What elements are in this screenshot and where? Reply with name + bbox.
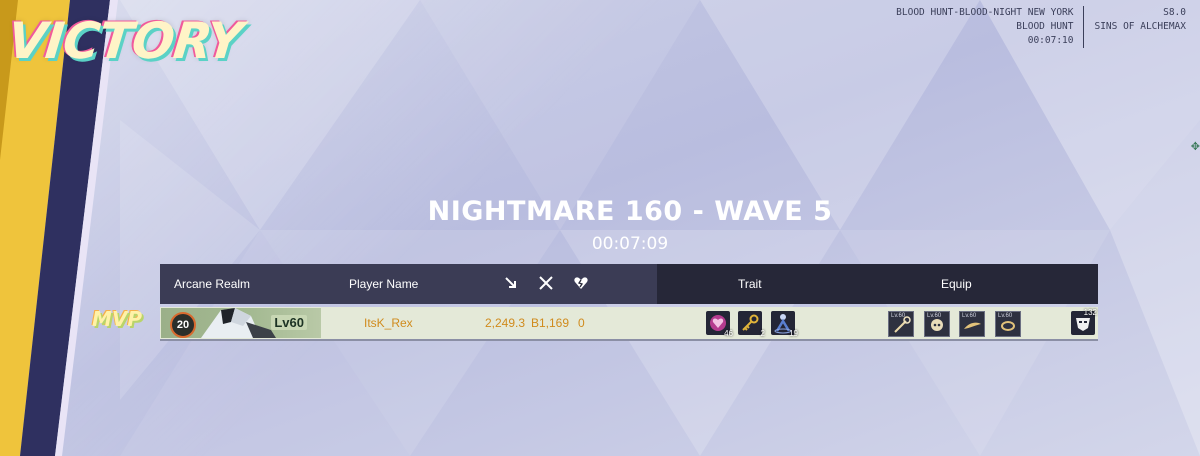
damage-value: 2,249.3: [485, 316, 526, 330]
season-label: S8.0: [1163, 7, 1186, 18]
victory-banner: VICTORY: [4, 12, 245, 70]
blade-equip-icon[interactable]: Lv.60: [959, 311, 985, 337]
skull-equip-icon[interactable]: Lv.60: [924, 311, 950, 337]
header-equip: Equip: [941, 277, 972, 291]
deaths-value: 0: [578, 316, 585, 330]
edge-marker-icon: ✥: [1190, 140, 1200, 153]
table-header: Arcane Realm Player Name Trait Equip: [160, 264, 1098, 304]
match-duration: 00:07:10: [1027, 35, 1074, 46]
hero-portrait: 20 Lv60: [161, 308, 321, 338]
key-trait-icon[interactable]: 2: [738, 311, 765, 338]
figure-trait-icon[interactable]: 19: [771, 311, 798, 338]
player-name[interactable]: ItsK_Rex: [364, 316, 413, 330]
kills-value: B1,169: [531, 316, 570, 330]
heart-skull-trait-icon[interactable]: 46: [706, 311, 733, 338]
ring-equip-icon[interactable]: Lv.60: [995, 311, 1021, 337]
scoreboard-table: Arcane Realm Player Name Trait Equip 20 …: [160, 264, 1098, 341]
difficulty-title: NIGHTMARE 160 - WAVE 5: [427, 196, 833, 227]
broken-heart-icon: [574, 277, 588, 289]
staff-equip-icon[interactable]: Lv.60: [888, 311, 914, 337]
match-info: BLOOD HUNT-BLOOD-NIGHT NEW YORK BLOOD HU…: [896, 6, 1186, 48]
table-row[interactable]: 20 Lv60 ItsK_Rex 2,249.3 B1,169 0 46 2 1…: [160, 307, 1098, 341]
header-trait: Trait: [738, 277, 762, 291]
header-player-name: Player Name: [349, 277, 419, 291]
header-arcane-realm: Arcane Realm: [174, 277, 251, 291]
player-level: Lv60: [271, 315, 307, 330]
hero-avatar-icon: [201, 308, 276, 338]
mask-icon[interactable]: 132: [1071, 308, 1097, 335]
mvp-badge: MVP: [92, 307, 143, 331]
crossed-swords-icon: [539, 276, 553, 290]
team-name: SINS OF ALCHEMAX: [1094, 21, 1186, 32]
mode-type: BLOOD HUNT: [1016, 21, 1074, 32]
damage-taken-icon: [505, 277, 516, 288]
mode-name: BLOOD HUNT-BLOOD-NIGHT NEW YORK: [896, 7, 1074, 18]
wave-timer: 00:07:09: [591, 234, 669, 254]
realm-level: 20: [170, 312, 196, 338]
